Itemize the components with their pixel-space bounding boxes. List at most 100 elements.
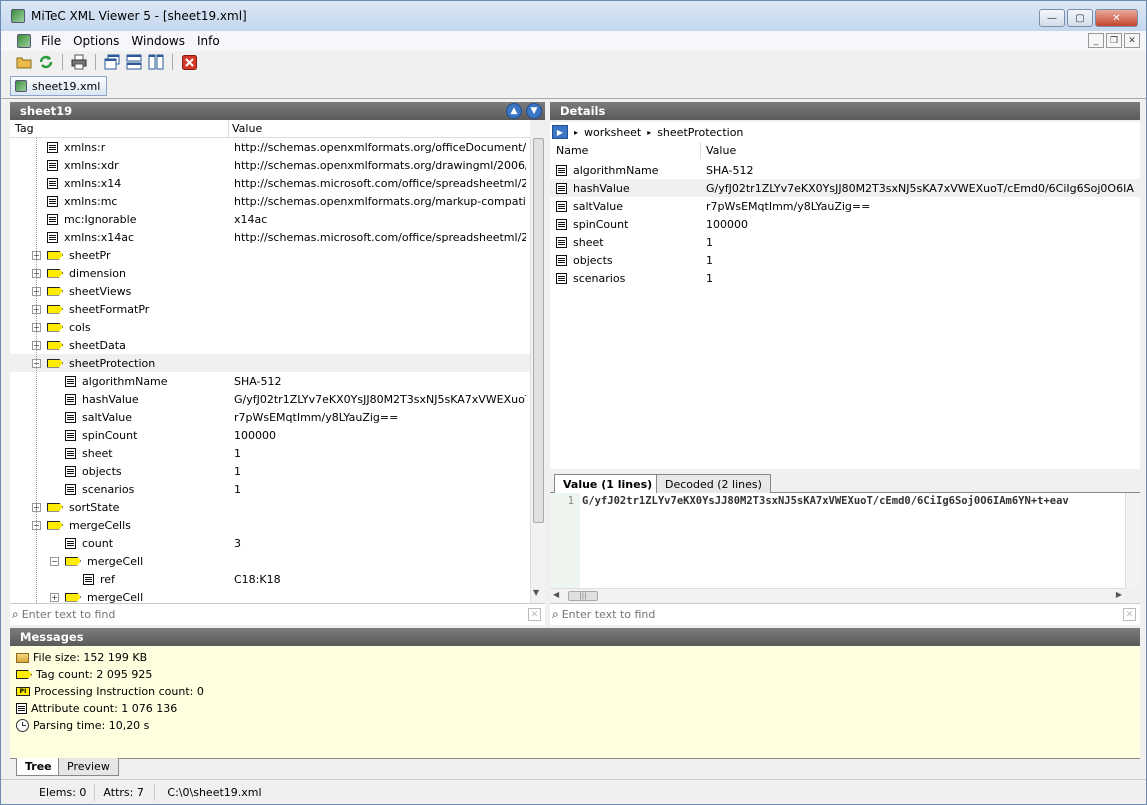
document-icon[interactable] [17,34,31,48]
tab-preview[interactable]: Preview [58,758,119,776]
mdi-close-button[interactable]: ✕ [1124,33,1140,48]
line-number-gutter: 1 [550,493,580,588]
tree-node-element[interactable]: + cols [10,318,530,336]
tree-node-element[interactable]: − mergeCell [10,552,530,570]
tile-horizontal-icon[interactable] [125,53,143,71]
column-value[interactable]: Value [706,144,736,157]
node-label: count [82,536,114,550]
details-row[interactable]: algorithmName SHA-512 [550,161,1140,179]
tab-label: sheet19.xml [32,79,101,93]
tree-node-attribute[interactable]: xmlns:x14 http://schemas.microsoft.com/of… [10,174,530,192]
attribute-icon [47,177,58,189]
clock-icon [16,719,29,732]
mdi-restore-button[interactable]: ❐ [1106,33,1122,48]
expand-all-icon[interactable]: ▼ [526,103,542,119]
tree-node-attribute[interactable]: scenarios 1 [10,480,530,498]
menu-options[interactable]: Options [71,34,121,48]
tree-node-attribute[interactable]: spinCount 100000 [10,426,530,444]
details-row[interactable]: spinCount 100000 [550,215,1140,233]
scroll-left-icon[interactable]: ◀ [553,590,559,599]
tree-node-attribute[interactable]: mc:Ignorable x14ac [10,210,530,228]
details-row[interactable]: saltValue r7pWsEMqtImm/y8LYauZig== [550,197,1140,215]
details-name: objects [573,253,613,267]
scroll-right-icon[interactable]: ▶ [1116,590,1122,599]
details-row[interactable]: scenarios 1 [550,269,1140,287]
tree-node-element[interactable]: + sortState [10,498,530,516]
tree-node-element[interactable]: + sheetPr [10,246,530,264]
details-row[interactable]: objects 1 [550,251,1140,269]
breadcrumb-nav-icon[interactable]: ▶ [552,125,568,139]
tree-node-element[interactable]: + sheetViews [10,282,530,300]
attribute-icon [556,272,567,284]
tree-node-element[interactable]: + sheetData [10,336,530,354]
details-value: 1 [706,253,713,267]
collapse-all-icon[interactable]: ▲ [506,103,522,119]
editor-vscrollbar[interactable] [1125,493,1140,588]
details-list[interactable]: algorithmName SHA-512 hashValue G/yfJ02tr1Z… [550,159,1140,469]
breadcrumb-worksheet[interactable]: worksheet [584,126,641,139]
tree-node-attribute[interactable]: xmlns:x14ac http://schemas.microsoft.com/… [10,228,530,246]
tree-node-attribute[interactable]: xmlns:xdr http://schemas.openxmlformats.o… [10,156,530,174]
tab-decoded[interactable]: Decoded (2 lines) [656,474,771,493]
tree-node-element[interactable]: + mergeCell [10,588,530,603]
close-document-icon[interactable] [180,53,198,71]
tab-tree[interactable]: Tree [16,758,61,776]
tree-node-attribute[interactable]: saltValue r7pWsEMqtImm/y8LYauZig== [10,408,530,426]
document-tabs: sheet19.xml [1,73,1146,99]
clear-find-icon[interactable]: ✕ [1123,608,1136,621]
node-value: http://schemas.microsoft.com/office/spre… [234,230,526,244]
attribute-icon [65,411,76,423]
tab-value[interactable]: Value (1 lines) [554,474,662,494]
tree-node-element[interactable]: − sheetProtection [10,354,530,372]
editor-hscrollbar-thumb[interactable]: ||| [568,591,598,601]
menu-file[interactable]: File [39,34,63,48]
tree-node-attribute[interactable]: algorithmName SHA-512 [10,372,530,390]
cascade-icon[interactable] [103,53,121,71]
xml-tree[interactable]: xmlns:r http://schemas.openxmlformats.org… [10,138,530,603]
tree-node-attribute[interactable]: objects 1 [10,462,530,480]
menu-info[interactable]: Info [195,34,222,48]
tree-node-attribute[interactable]: xmlns:mc http://schemas.openxmlformats.or… [10,192,530,210]
details-row[interactable]: sheet 1 [550,233,1140,251]
collapse-icon[interactable]: − [50,556,59,566]
print-icon[interactable] [70,53,88,71]
message-item: Attribute count: 1 076 136 [16,700,177,717]
node-value: http://schemas.microsoft.com/office/spre… [234,176,526,190]
tree-find-input[interactable] [21,608,502,621]
scroll-down-icon[interactable]: ▼ [533,588,539,597]
tree-node-attribute[interactable]: sheet 1 [10,444,530,462]
refresh-icon[interactable] [37,53,55,71]
menu-windows[interactable]: Windows [129,34,187,48]
tree-node-element[interactable]: − mergeCells [10,516,530,534]
minimize-button[interactable]: — [1039,9,1065,27]
close-button[interactable]: ✕ [1095,9,1138,27]
breadcrumb-sheetprotection[interactable]: sheetProtection [657,126,743,139]
attribute-icon [556,254,567,266]
tile-vertical-icon[interactable] [147,53,165,71]
node-value: 3 [234,536,241,550]
tree-scrollbar[interactable]: ▼ [530,138,545,603]
value-editor[interactable]: 1 G/yfJ02tr1ZLYv7eKX0YsJJ80M2T3sxNJ5sKA7… [550,493,1140,588]
tree-scrollbar-thumb[interactable] [533,138,544,523]
code-line[interactable]: G/yfJ02tr1ZLYv7eKX0YsJJ80M2T3sxNJ5sKA7xV… [582,494,1127,508]
expand-icon[interactable]: + [50,592,59,602]
tab-sheet19[interactable]: sheet19.xml [10,76,107,96]
column-tag[interactable]: Tag [15,122,34,135]
details-row[interactable]: hashValue G/yfJ02tr1ZLYv7eKX0YsJJ80M2T3sx… [550,179,1140,197]
column-name[interactable]: Name [556,144,588,157]
attribute-icon [65,447,76,459]
open-folder-icon[interactable] [15,53,33,71]
tree-node-attribute[interactable]: xmlns:r http://schemas.openxmlformats.org… [10,138,530,156]
maximize-button[interactable]: ▢ [1067,9,1093,27]
tree-node-element[interactable]: + sheetFormatPr [10,300,530,318]
tree-node-attribute[interactable]: ref C18:K18 [10,570,530,588]
details-value: r7pWsEMqtImm/y8LYauZig== [706,199,871,213]
mdi-minimize-button[interactable]: _ [1088,33,1104,48]
tree-node-attribute[interactable]: hashValue G/yfJ02tr1ZLYv7eKX0YsJJ80M2T3sx… [10,390,530,408]
details-find-input[interactable] [561,608,1092,621]
tree-node-element[interactable]: + dimension [10,264,530,282]
editor-hscrollbar[interactable]: ◀ ||| ▶ [550,588,1125,602]
tree-node-attribute[interactable]: count 3 [10,534,530,552]
clear-find-icon[interactable]: ✕ [528,608,541,621]
column-value[interactable]: Value [232,122,262,135]
